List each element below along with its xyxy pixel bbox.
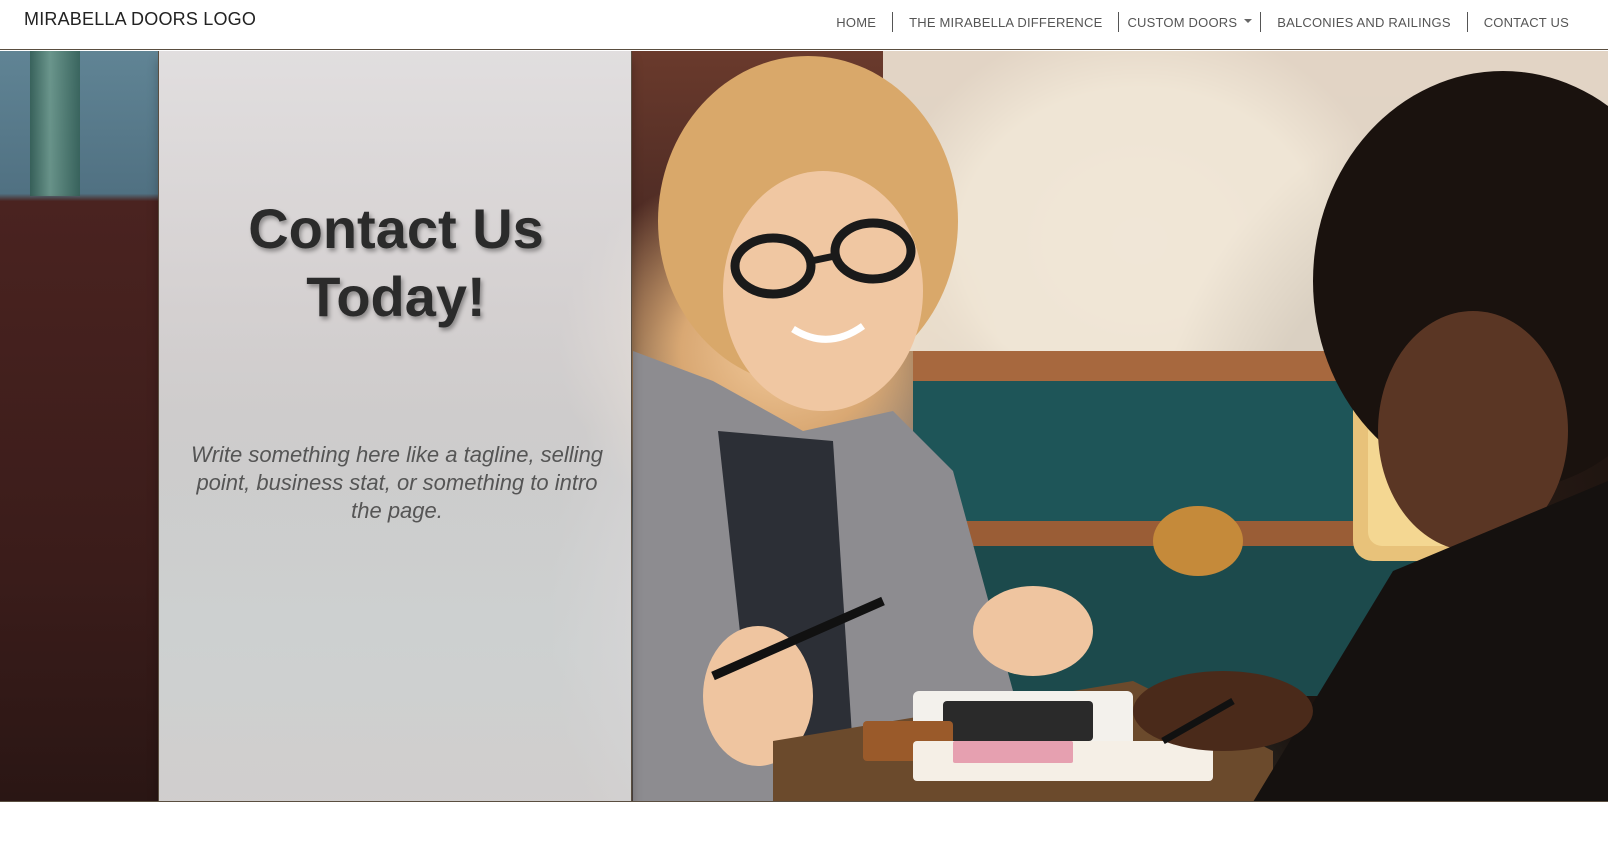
page-title-line2: Today! [306,265,486,328]
nav-item-contact-us[interactable]: CONTACT US [1466,12,1585,32]
nav-item-custom-doors-label: CUSTOM DOORS [1127,14,1238,30]
brand-logo[interactable]: MIRABELLA DOORS LOGO [24,9,256,30]
page-body-start [0,802,1608,862]
page-title: Contact Us Today! [159,195,633,331]
top-navbar: MIRABELLA DOORS LOGO HOME THE MIRABELLA … [0,0,1608,50]
nav-item-balconies-railings[interactable]: BALCONIES AND RAILINGS [1260,12,1466,32]
nav-item-home[interactable]: HOME [820,12,892,32]
hero-photo-illustration [633,51,1608,801]
main-nav: HOME THE MIRABELLA DIFFERENCE CUSTOM DOO… [820,12,1585,32]
hero-tagline: Write something here like a tagline, sel… [190,442,604,523]
hero-banner: Contact Us Today! Write something here l… [0,51,1608,802]
contact-hero-panel: Contact Us Today! Write something here l… [158,51,633,801]
hero-background-image [0,51,158,801]
hero-photo [633,51,1608,801]
nav-item-custom-doors[interactable]: CUSTOM DOORS [1118,12,1260,32]
page-title-line1: Contact Us [248,197,544,260]
chevron-down-icon [1244,18,1253,23]
nav-item-mirabella-difference[interactable]: THE MIRABELLA DIFFERENCE [892,12,1118,32]
